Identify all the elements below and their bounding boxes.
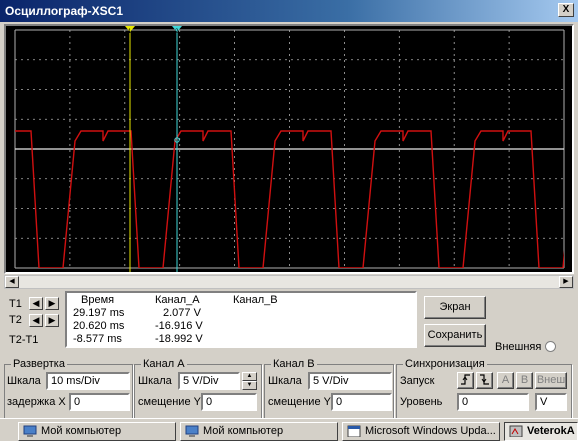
channel-a-scale-label: Шкала: [138, 375, 172, 387]
close-button[interactable]: X: [558, 3, 574, 17]
scroll-right-button[interactable]: ▶: [559, 276, 573, 288]
channel-b-scale-field[interactable]: 5 V/Div: [308, 372, 392, 390]
falling-edge-icon: [480, 374, 489, 385]
header-time: Время: [81, 294, 115, 306]
trigger-start-label: Запуск: [400, 375, 435, 387]
timebase-delay-field[interactable]: 0: [69, 393, 130, 411]
rising-edge-button[interactable]: [457, 372, 474, 389]
t2-left-arrow-button[interactable]: ◀: [29, 314, 43, 327]
computer-icon: [23, 425, 37, 437]
title-bar: Осциллограф-XSC1 X: [0, 0, 578, 22]
header-channel-b: Канал_В: [233, 294, 278, 306]
trigger-title: Синхронизация: [403, 358, 487, 370]
external-label: Внешняя: [495, 341, 542, 353]
timebase-group: Развертка Шкала 10 ms/Div задержка Х 0: [4, 358, 133, 420]
trigger-source-ext-button[interactable]: Внеш: [535, 372, 567, 389]
taskbar-item-windows-update[interactable]: Microsoft Windows Upda...: [342, 422, 500, 441]
cursor-readout: Время Канал_А Канал_В 29.197 ms 2.077 V …: [65, 291, 417, 348]
timebase-delay-label: задержка Х: [7, 396, 66, 408]
oscilloscope-screen: 12: [4, 24, 574, 274]
channel-a-offset-field[interactable]: 0: [201, 393, 257, 411]
screen-button[interactable]: Экран: [424, 296, 486, 319]
channel-a-group: Канал А Шкала 5 V/Div ▲ ▼ смещение Y 0: [134, 358, 262, 420]
trigger-unit-field[interactable]: V: [535, 393, 567, 411]
taskbar: Мой компьютер Мой компьютер Microsoft Wi…: [0, 418, 578, 441]
channel-a-offset-label: смещение Y: [138, 396, 201, 408]
taskbar-item-label: Мой компьютер: [203, 425, 284, 437]
t1-time: 29.197 ms: [73, 307, 125, 319]
browser-icon: [347, 425, 361, 437]
t2-right-arrow-button[interactable]: ▶: [45, 314, 59, 327]
trigger-source-b-button[interactable]: B: [516, 372, 533, 389]
oscilloscope-display: 12: [6, 26, 572, 272]
channel-a-scale-up-button[interactable]: ▲: [242, 372, 257, 381]
channel-a-scale-down-button[interactable]: ▼: [242, 381, 257, 390]
t1-left-arrow-button[interactable]: ◀: [29, 297, 43, 310]
taskbar-item-my-computer-2[interactable]: Мой компьютер: [180, 422, 338, 441]
channel-a-title: Канал А: [141, 358, 187, 370]
trigger-group: Синхронизация Запуск A B Внеш Уровень 0 …: [396, 358, 572, 420]
external-radio[interactable]: [545, 341, 556, 352]
timebase-scale-label: Шкала: [7, 375, 41, 387]
horizontal-scrollbar[interactable]: ◀ ▶: [4, 275, 574, 289]
channel-a-scale-field[interactable]: 5 V/Div: [178, 372, 240, 390]
timebase-title: Развертка: [11, 358, 67, 370]
channel-b-group: Канал В Шкала 5 V/Div смещение Y 0: [264, 358, 394, 420]
channel-b-offset-field[interactable]: 0: [331, 393, 392, 411]
header-channel-a: Канал_А: [155, 294, 200, 306]
app-icon: [509, 425, 523, 437]
t2-channel-a: -16.916 V: [155, 320, 203, 332]
t2-t1-label: T2-T1: [9, 334, 39, 346]
trigger-level-label: Уровень: [400, 396, 443, 408]
channel-b-offset-label: смещение Y: [268, 396, 331, 408]
t1-right-arrow-button[interactable]: ▶: [45, 297, 59, 310]
t2-time: 20.620 ms: [73, 320, 125, 332]
scroll-left-button[interactable]: ◀: [5, 276, 19, 288]
t2-label: T2: [9, 314, 22, 326]
timebase-scale-field[interactable]: 10 ms/Div: [46, 372, 130, 390]
computer-icon: [185, 425, 199, 437]
taskbar-item-label: Microsoft Windows Upda...: [365, 425, 496, 437]
channel-b-title: Канал В: [271, 358, 317, 370]
taskbar-item-my-computer-1[interactable]: Мой компьютер: [18, 422, 176, 441]
t1-label: T1: [9, 298, 22, 310]
taskbar-item-label: VeterokA: [527, 425, 575, 437]
taskbar-item-label: Мой компьютер: [41, 425, 122, 437]
trigger-source-a-button[interactable]: A: [497, 372, 514, 389]
t2-t1-time: -8.577 ms: [73, 333, 122, 345]
rising-edge-icon: [461, 374, 470, 385]
taskbar-item-veteroka[interactable]: VeterokA: [504, 422, 578, 441]
save-button[interactable]: Сохранить: [424, 324, 486, 347]
t2-t1-channel-a: -18.992 V: [155, 333, 203, 345]
channel-b-scale-label: Шкала: [268, 375, 302, 387]
window-title: Осциллограф-XSC1: [5, 4, 124, 18]
falling-edge-button[interactable]: [476, 372, 493, 389]
t1-channel-a: 2.077 V: [163, 307, 201, 319]
trigger-level-field[interactable]: 0: [457, 393, 529, 411]
